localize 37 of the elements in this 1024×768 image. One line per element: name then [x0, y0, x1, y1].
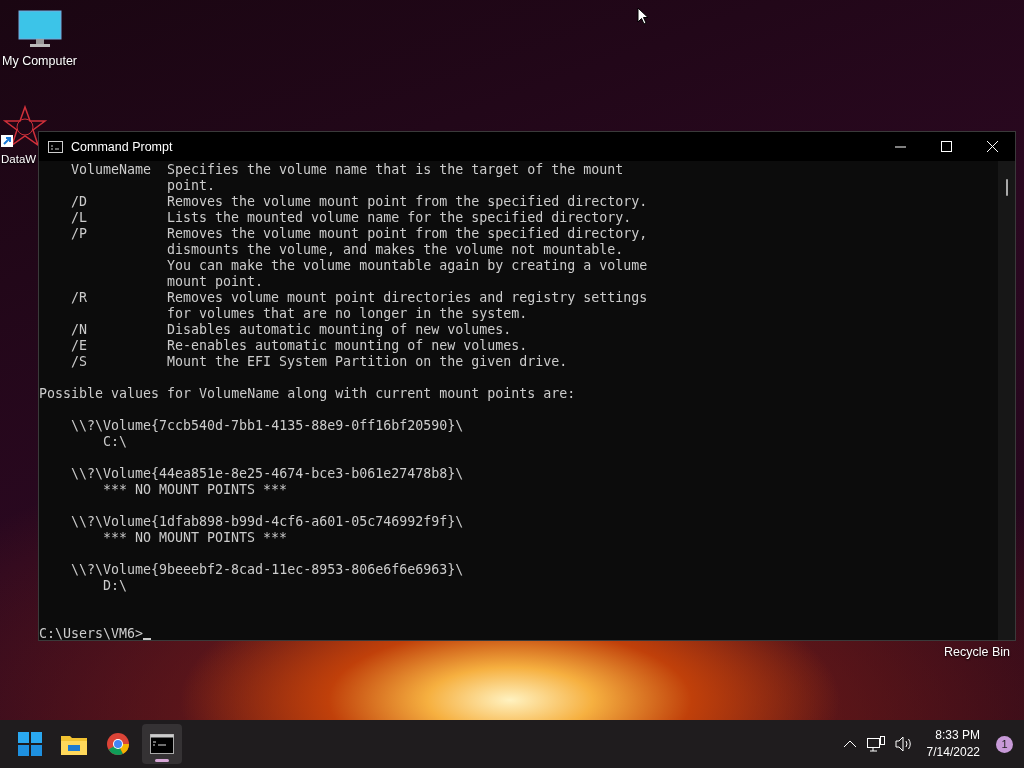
option-help-entry: VolumeName Specifies the volume name that is the target of the mount point. — [71, 162, 624, 194]
volume-path: \\?\Volume{9beeebf2-8cad-11ec-8953-806e6f6e6963}\ — [71, 562, 464, 578]
taskbar-app-button[interactable] — [142, 724, 182, 764]
network-icon[interactable] — [864, 734, 887, 754]
mount-point: C:\ — [103, 434, 128, 450]
volume-path: \\?\Volume{44ea851e-8e25-4674-bce3-b061e27478b8}\ — [71, 466, 464, 482]
mount-point: *** NO MOUNT POINTS *** — [103, 482, 288, 498]
clock[interactable]: 8:33 PM 7/14/2022 — [920, 727, 986, 761]
monitor-icon — [17, 10, 62, 50]
mount-point: D:\ — [103, 578, 128, 594]
option-help-entry: /D Removes the volume mount point from the specified directory. — [71, 194, 648, 210]
option-help-entry: /N Disables automatic mounting of new volumes. — [71, 322, 512, 338]
option-help-entry: /R Removes volume mount point directories and registry settings for volumes that are no longer in the system. — [71, 290, 648, 322]
console-line: Possible values for VolumeName along with current mount points are: — [39, 386, 576, 402]
folder-icon — [61, 733, 87, 755]
windows-logo-icon — [18, 732, 42, 756]
option-help-entry: /L Lists the mounted volume name for the specified directory. — [71, 210, 632, 226]
terminal-icon — [150, 734, 174, 754]
mount-point: *** NO MOUNT POINTS *** — [103, 530, 288, 546]
option-help-entry: /S Mount the EFI System Partition on the given drive. — [71, 354, 568, 370]
desktop-icon-label[interactable]: Recycle Bin — [944, 645, 1010, 659]
mouse-pointer-icon — [637, 7, 649, 25]
notification-badge[interactable]: 1 — [996, 735, 1013, 753]
window-title: Command Prompt — [71, 139, 174, 154]
desktop-icon-label[interactable]: My Computer — [2, 54, 78, 68]
volume-path: \\?\Volume{7ccb540d-7bb1-4135-88e9-0ff16bf20590}\ — [71, 418, 464, 434]
volume-path: \\?\Volume{1dfab898-b99d-4cf6-a601-05c746992f9f}\ — [71, 514, 464, 530]
option-help-entry: /E Re-enables automatic mounting of new volumes. — [71, 338, 528, 354]
maximize-icon — [940, 141, 952, 152]
command-prompt-line[interactable]: C:\Users\VM6> — [39, 626, 152, 642]
option-help-entry: /P Removes the volume mount point from the specified directory, dismounts the volume, and makes the volume not mountable. You can make the volume mountable again by creating a volume mount point. — [71, 226, 648, 290]
terminal-icon — [48, 140, 63, 153]
star-shortcut-icon — [1, 105, 49, 149]
close-icon — [986, 141, 998, 152]
desktop-icon-label[interactable]: DataW — [1, 153, 37, 165]
scrollbar[interactable] — [998, 161, 1015, 640]
browser-icon — [106, 732, 130, 756]
